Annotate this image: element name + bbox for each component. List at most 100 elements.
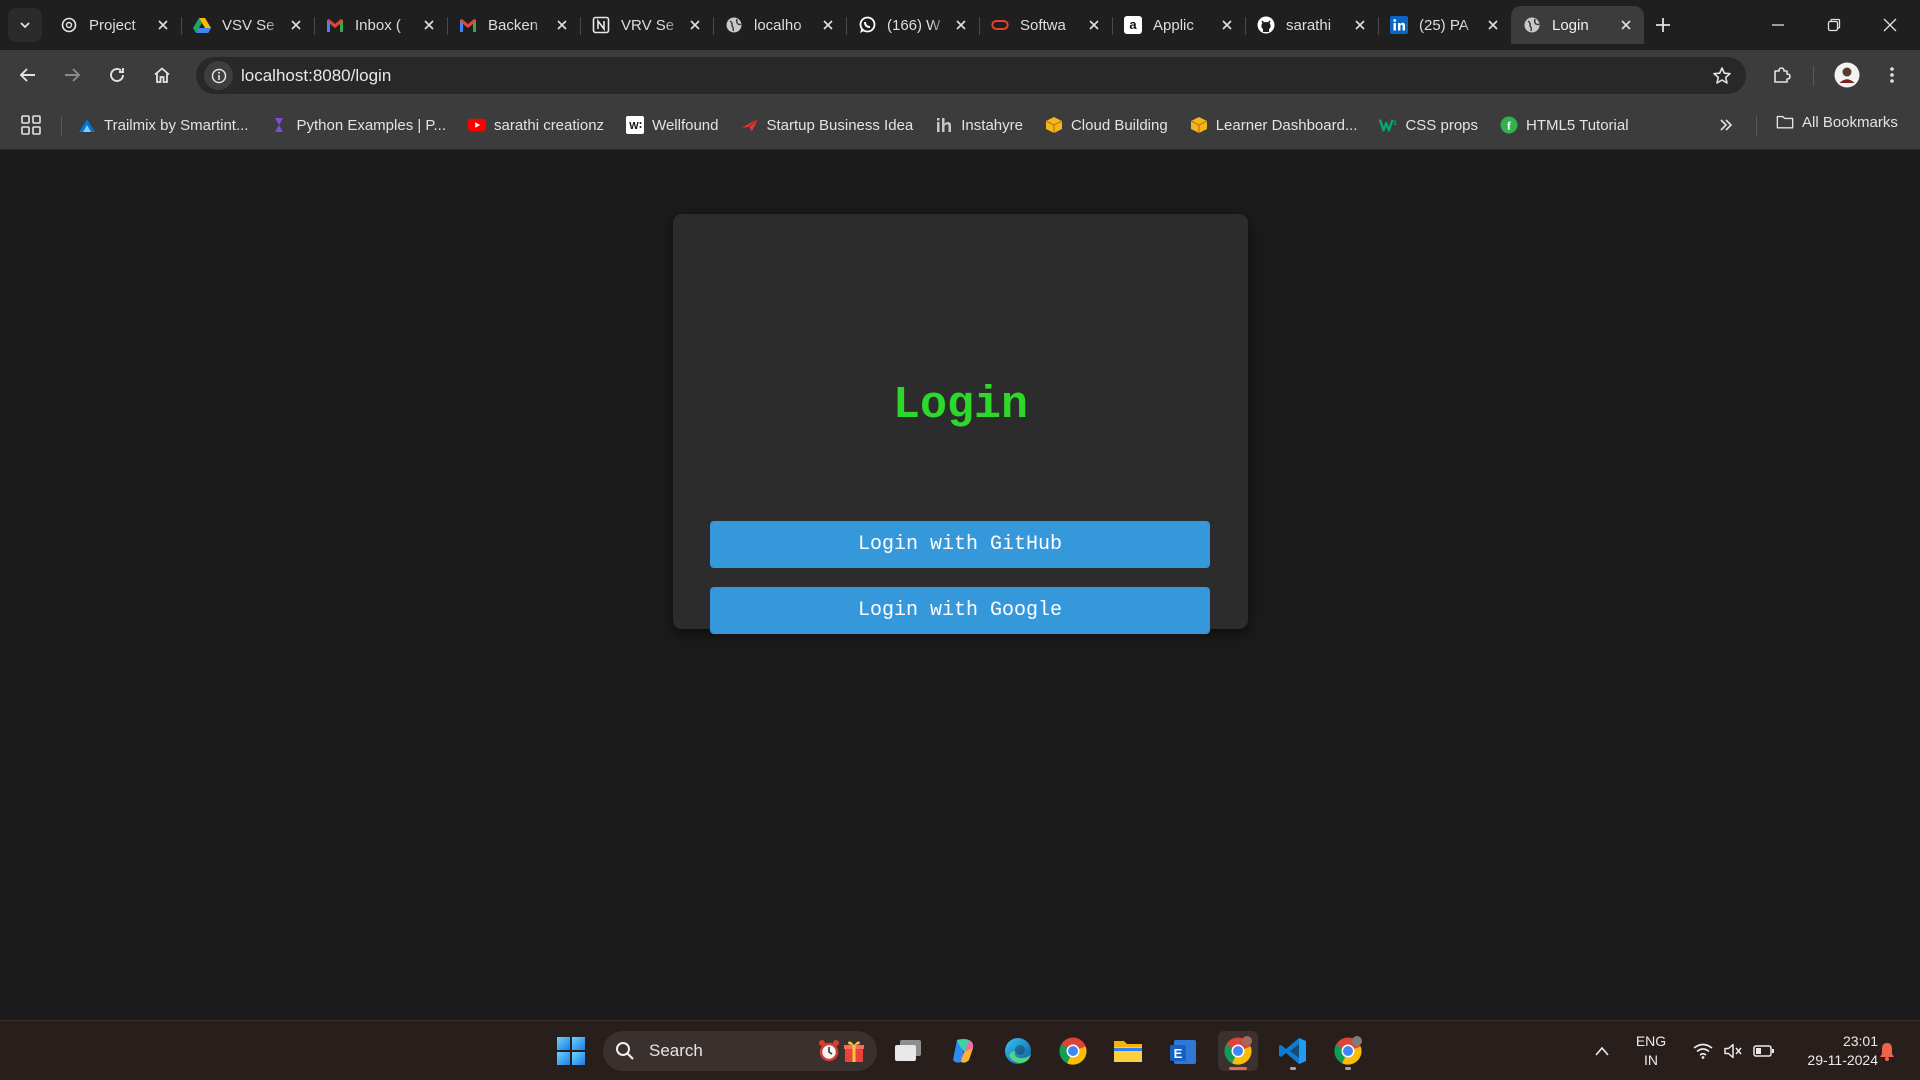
browser-menu-button[interactable] [1876,59,1908,91]
oracle-icon [991,16,1009,34]
tab[interactable]: (166) W [846,6,979,44]
bookmark-label: CSS props [1405,116,1479,134]
close-icon[interactable] [953,17,969,33]
tab[interactable]: Backen [447,6,580,44]
new-tab-button[interactable] [1648,10,1678,40]
taskbar-chrome[interactable] [1053,1031,1093,1071]
close-window-button[interactable] [1862,0,1918,50]
close-icon[interactable] [687,17,703,33]
close-icon[interactable] [1618,17,1634,33]
close-icon[interactable] [155,17,171,33]
bookmark-label: Startup Business Idea [766,116,914,134]
close-icon[interactable] [421,17,437,33]
close-icon[interactable] [1086,17,1102,33]
home-button[interactable] [146,59,178,91]
tab[interactable]: Softwa [979,6,1112,44]
close-icon[interactable] [554,17,570,33]
forward-button[interactable] [56,59,88,91]
bookmark-item[interactable]: Cloud Building [1045,113,1168,137]
bookmark-item[interactable]: Python Examples | P... [270,113,446,137]
windows-logo-icon [557,1037,585,1065]
taskbar-file-explorer[interactable] [1108,1031,1148,1071]
reload-button[interactable] [101,59,133,91]
address-bar[interactable]: localhost:8080/login [196,57,1746,94]
taskbar-chrome-active[interactable] [1218,1031,1258,1071]
python-examples-icon [270,116,288,134]
task-view-button[interactable] [888,1031,928,1071]
more-bookmarks-button[interactable] [1714,113,1738,137]
notifications-button[interactable] [1872,1021,1902,1080]
tab-title: (25) PA [1419,16,1469,34]
profile-avatar[interactable] [1831,59,1863,91]
show-hidden-icons-button[interactable] [1588,1021,1616,1080]
back-button[interactable] [12,59,44,91]
taskbar-ms-store[interactable]: E [1163,1031,1203,1071]
login-card: Login Login with GitHub Login with Googl… [673,214,1248,634]
copilot-icon [953,1039,974,1063]
tab-active[interactable]: Login [1511,6,1644,44]
quick-settings-button[interactable] [1684,1021,1784,1080]
tab-title: sarathi [1286,16,1332,34]
tab[interactable]: Inbox ( [314,6,447,44]
tab-title: Applic [1153,16,1194,34]
bookmark-star-icon[interactable] [1708,62,1736,90]
wifi-icon [1693,1043,1713,1059]
extensions-button[interactable] [1766,59,1798,91]
tab[interactable]: Project [48,6,181,44]
tab-search-button[interactable] [8,8,42,42]
bookmark-item[interactable]: 3 CSS props [1379,113,1478,137]
taskbar-copilot[interactable] [943,1031,983,1071]
login-google-button[interactable]: Login with Google [710,587,1210,634]
avatar [1834,62,1860,88]
bookmark-item[interactable]: Startup Business Idea [741,113,914,137]
bookmark-item[interactable]: Instahyre [935,113,1023,137]
tab[interactable]: a Applic [1112,6,1245,44]
all-bookmarks-button[interactable]: All Bookmarks [1776,113,1898,131]
apps-grid-icon[interactable] [20,114,42,136]
browser-tab-strip: Project VSV Se Inbox ( Backen VRV Se loc… [0,0,1920,50]
close-icon[interactable] [1352,17,1368,33]
bookmarks-divider [61,116,62,136]
bookmark-item[interactable]: f HTML5 Tutorial [1500,113,1629,137]
home-icon [154,67,170,83]
language-indicator[interactable]: ENG IN [1626,1021,1676,1080]
site-info-icon[interactable] [204,61,233,90]
chevron-double-right-icon [1720,119,1733,131]
url-text: localhost:8080/login [241,66,392,85]
time-label: 23:01 [1842,1033,1878,1049]
tab[interactable]: VRV Se [580,6,713,44]
w3schools-icon: 3 [1379,116,1397,134]
minimize-button[interactable] [1750,0,1806,50]
svg-text:a: a [1129,17,1137,32]
close-icon[interactable] [820,17,836,33]
close-icon[interactable] [1485,17,1501,33]
tab[interactable]: localho [713,6,846,44]
volume-muted-icon [1724,1043,1742,1059]
tab[interactable]: sarathi [1245,6,1378,44]
restore-button[interactable] [1806,0,1862,50]
all-bookmarks-label: All Bookmarks [1802,113,1898,131]
taskbar-chrome-profile[interactable] [1328,1031,1368,1071]
svg-text:3: 3 [1393,120,1397,127]
clock[interactable]: 23:01 29-11-2024 [1782,1021,1878,1080]
bookmark-item[interactable]: Learner Dashboard... [1190,113,1357,137]
search-label: Search [649,1041,703,1060]
bookmark-label: sarathi creationz [494,116,605,134]
taskbar-vscode[interactable] [1273,1031,1313,1071]
start-button[interactable] [551,1031,591,1071]
close-icon[interactable] [1219,17,1235,33]
running-indicator [1229,1067,1247,1070]
bookmark-item[interactable]: Trailmix by Smartint... [78,113,248,137]
bookmark-item[interactable]: W Wellfound [626,113,719,137]
instahyre-icon [935,116,953,134]
taskbar-edge[interactable] [998,1031,1038,1071]
tab[interactable]: VSV Se [181,6,314,44]
store-icon: E [1170,1040,1196,1064]
tab-title: Backen [488,16,539,34]
tab[interactable]: (25) PA [1378,6,1511,44]
taskbar-search-box[interactable]: Search [603,1031,877,1071]
close-icon[interactable] [288,17,304,33]
folder-icon [1776,113,1794,131]
login-github-button[interactable]: Login with GitHub [710,521,1210,568]
bookmark-item[interactable]: sarathi creationz [468,113,604,137]
